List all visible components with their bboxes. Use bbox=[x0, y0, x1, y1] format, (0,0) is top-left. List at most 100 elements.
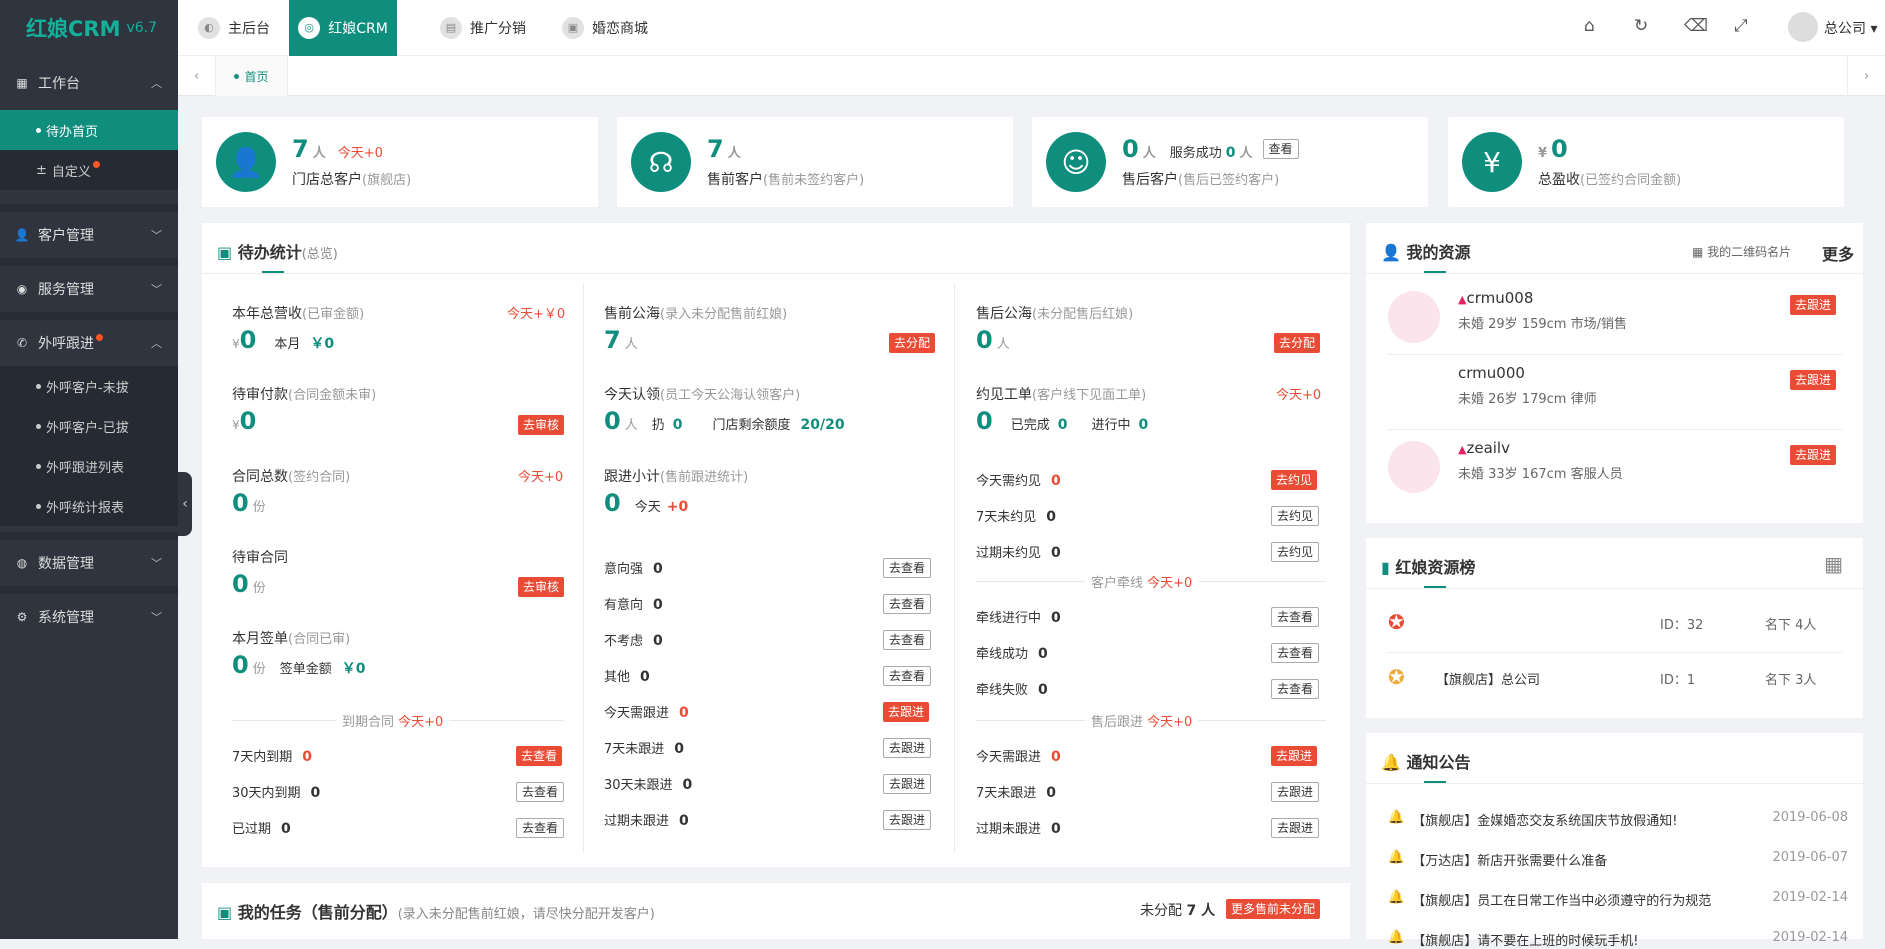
sidebar-item-outbound-report[interactable]: 外呼统计报表 bbox=[0, 486, 178, 526]
chevron-left-icon[interactable]: ‹ bbox=[178, 56, 216, 96]
more-unassigned-button[interactable]: 更多售前未分配 bbox=[1226, 899, 1321, 919]
view-button[interactable]: 查看 bbox=[1262, 139, 1299, 159]
add-icon: ± bbox=[36, 162, 47, 178]
rank-id: ID：32 bbox=[1660, 618, 1704, 633]
row-action-button[interactable]: 去约见 bbox=[1271, 470, 1318, 490]
sub-label: 外呼客户-未拔 bbox=[46, 380, 129, 396]
menu-workbench[interactable]: ▦ 工作台 ︿ bbox=[0, 56, 178, 110]
tab-main-admin[interactable]: ◐ 主后台 bbox=[198, 0, 270, 56]
stat-store-customers: 👤 7 人今天+0 门店总客户(旗舰店) bbox=[202, 117, 598, 207]
row-action-button[interactable]: 去跟进 bbox=[1271, 782, 1320, 802]
chevron-down-icon: ﹀ bbox=[151, 283, 162, 296]
bell-icon: 🔔 bbox=[1388, 930, 1405, 945]
tab-crm[interactable]: ◎ 红娘CRM bbox=[289, 0, 397, 56]
row-action-button[interactable]: 去查看 bbox=[1271, 643, 1320, 663]
row-action-button[interactable]: 去查看 bbox=[1271, 679, 1320, 699]
sidebar-item-outbound-dialed[interactable]: 外呼客户-已拔 bbox=[0, 406, 178, 446]
home-icon[interactable]: ⌂ bbox=[1584, 16, 1595, 36]
bell-icon: 🔔 bbox=[1388, 850, 1405, 865]
follow-button[interactable]: 去跟进 bbox=[1789, 370, 1836, 390]
month-sign-label: 本月签单(合同已审) bbox=[232, 631, 351, 647]
follow-button[interactable]: 去跟进 bbox=[1789, 445, 1836, 465]
notice-item[interactable]: 🔔 【旗舰店】金媒婚恋交友系统国庆节放假通知! 2019-06-08 bbox=[1388, 810, 1848, 829]
row-action-button[interactable]: 去跟进 bbox=[1271, 746, 1318, 766]
assign-button[interactable]: 去分配 bbox=[889, 333, 936, 353]
sidebar: 红娘CRM v6.7 ▦ 工作台 ︿ 待办首页 ± 自定义 👤 客户管理 ﹀ ◉ 服务管理 ﹀ … bbox=[0, 0, 178, 939]
ranking-panel: ▮ 红娘资源榜 ▦ ✪ ID：32 名下 4人 ✪ 【旗舰店】总公司 ID：1 … bbox=[1366, 538, 1863, 718]
assign-button[interactable]: 去分配 bbox=[1274, 333, 1321, 353]
row-action-button[interactable]: 去跟进 bbox=[883, 702, 930, 722]
gear-icon: ⚙ bbox=[16, 610, 28, 624]
row-action-button[interactable]: 去约见 bbox=[1271, 542, 1320, 562]
row-action-button[interactable]: 去查看 bbox=[883, 594, 932, 614]
menu-data[interactable]: ◍ 数据管理 ﹀ bbox=[0, 532, 178, 586]
sub-label: 待办首页 bbox=[46, 124, 99, 140]
menu-label: 外呼跟进 bbox=[38, 336, 94, 352]
qr-card-link[interactable]: ▦ 我的二维码名片 bbox=[1692, 243, 1791, 260]
avatar[interactable] bbox=[1788, 12, 1818, 42]
view-button[interactable]: 去查看 bbox=[516, 782, 565, 802]
view-button[interactable]: 去查看 bbox=[516, 818, 565, 838]
meet-value: 0 已完成 0 进行中 0 bbox=[976, 407, 1149, 435]
chevron-left-icon: ‹ bbox=[182, 496, 188, 512]
notice-item[interactable]: 🔔 【万达店】新店开张需要什么准备 2019-06-07 bbox=[1388, 850, 1848, 869]
row-action-button[interactable]: 去查看 bbox=[883, 558, 932, 578]
view-button[interactable]: 去查看 bbox=[516, 746, 563, 766]
row-action-button[interactable]: 去查看 bbox=[883, 630, 932, 650]
more-link[interactable]: 更多 bbox=[1822, 241, 1854, 265]
breadcrumb: ‹ 首页 › bbox=[178, 56, 1885, 96]
row-action-button[interactable]: 去跟进 bbox=[883, 738, 932, 758]
sidebar-item-todo-home[interactable]: 待办首页 bbox=[0, 110, 178, 150]
pending-contract-label: 待审合同 bbox=[232, 550, 288, 566]
menu-service[interactable]: ◉ 服务管理 ﹀ bbox=[0, 258, 178, 312]
rank-count: 名下 3人 bbox=[1765, 673, 1817, 688]
notice-item[interactable]: 🔔 【旗舰店】请不要在上班的时候玩手机! 2019-02-14 bbox=[1388, 930, 1848, 949]
menu-customers[interactable]: 👤 客户管理 ﹀ bbox=[0, 204, 178, 258]
contracts-label: 合同总数(签约合同) bbox=[232, 469, 351, 485]
clear-icon[interactable]: ⌫ bbox=[1684, 16, 1708, 36]
refresh-icon[interactable]: ↻ bbox=[1634, 16, 1648, 36]
list-item: 牵线失败 0 bbox=[976, 682, 1048, 698]
list-item[interactable]: ▲crmu008 未婚 29岁 159cm 市场/销售 去跟进 bbox=[1388, 283, 1858, 355]
user-menu[interactable]: 总公司 ▾ bbox=[1824, 18, 1877, 38]
row-action-button[interactable]: 去约见 bbox=[1271, 506, 1320, 526]
sidebar-item-custom[interactable]: ± 自定义 bbox=[0, 150, 178, 190]
stat-label: 售后客户(售后已签约客户) bbox=[1122, 172, 1280, 188]
list-item[interactable]: ▲zeailv 未婚 33岁 167cm 客服人员 去跟进 bbox=[1388, 433, 1858, 503]
row-action-button[interactable]: 去跟进 bbox=[1271, 818, 1320, 838]
follow-button[interactable]: 去跟进 bbox=[1789, 295, 1836, 315]
medal-icon: ✪ bbox=[1388, 665, 1405, 689]
row-action-button[interactable]: 去跟进 bbox=[883, 774, 932, 794]
sidebar-item-outbound-undialed[interactable]: 外呼客户-未拔 bbox=[0, 366, 178, 406]
row-action-button[interactable]: 去查看 bbox=[883, 666, 932, 686]
face-icon: ☺ bbox=[1046, 132, 1106, 192]
app-logo[interactable]: 红娘CRM v6.7 bbox=[0, 0, 178, 56]
fullscreen-icon[interactable]: ⤢ bbox=[1734, 16, 1748, 36]
chevron-right-icon[interactable]: › bbox=[1847, 56, 1885, 96]
menu-outbound[interactable]: ✆ 外呼跟进 ︿ bbox=[0, 312, 178, 366]
contracts-today: 今天+0 bbox=[518, 470, 564, 485]
resource-name: crmu000 bbox=[1458, 364, 1525, 382]
tab-home[interactable]: 首页 bbox=[216, 56, 288, 96]
sidebar-item-outbound-list[interactable]: 外呼跟进列表 bbox=[0, 446, 178, 486]
logo-text: 红娘CRM bbox=[26, 17, 121, 41]
pending-pay-label: 待审付款(合同金额未审) bbox=[232, 387, 377, 403]
rank-id: ID：1 bbox=[1660, 673, 1696, 688]
review-button[interactable]: 去审核 bbox=[518, 577, 565, 597]
notice-item[interactable]: 🔔 【旗舰店】员工在日常工作当中必须遵守的行为规范 2019-02-14 bbox=[1388, 890, 1848, 909]
row-action-button[interactable]: 去查看 bbox=[1271, 607, 1320, 627]
stat-value: 7人 bbox=[707, 135, 741, 163]
stat-aftersale-customers: ☺ 0 人服务成功 0 人查看 售后客户(售后已签约客户) bbox=[1032, 117, 1428, 207]
tab-mall[interactable]: ▣ 婚恋商城 bbox=[562, 0, 648, 56]
tab-label: 推广分销 bbox=[470, 21, 526, 37]
menu-system[interactable]: ⚙ 系统管理 ﹀ bbox=[0, 586, 178, 640]
tab-promotion[interactable]: ▤ 推广分销 bbox=[440, 0, 526, 56]
review-button[interactable]: 去审核 bbox=[518, 415, 565, 435]
notice-date: 2019-06-07 bbox=[1772, 850, 1848, 865]
bullet-icon bbox=[36, 463, 41, 469]
sidebar-collapse-handle[interactable]: ‹ bbox=[178, 472, 192, 536]
qr-code-icon[interactable]: ▦ bbox=[1824, 552, 1843, 576]
row-action-button[interactable]: 去跟进 bbox=[883, 810, 932, 830]
menu-label: 数据管理 bbox=[38, 556, 94, 572]
list-item[interactable]: crmu000 未婚 26岁 179cm 律师 去跟进 bbox=[1388, 358, 1858, 430]
